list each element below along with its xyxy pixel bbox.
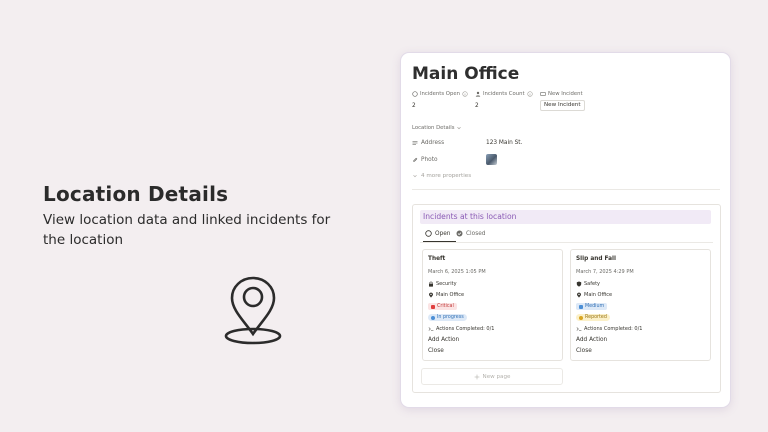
formula-icon — [428, 327, 434, 331]
status-badge: In progress — [428, 314, 467, 321]
plus-icon — [474, 374, 479, 379]
incident-severity: Medium — [576, 303, 608, 310]
section-label: Location Details — [412, 125, 455, 131]
location-text: Main Office — [436, 292, 465, 298]
property-new-incident[interactable]: New Incident — [540, 91, 583, 97]
info-icon — [462, 91, 468, 97]
incident-category: Safety — [576, 281, 600, 287]
incident-date: March 7, 2025 4:29 PM — [576, 269, 634, 275]
tab-label: Closed — [466, 230, 486, 237]
severity-badge: Critical — [428, 303, 457, 310]
address-value[interactable]: 123 Main St. — [486, 140, 522, 146]
add-action-button[interactable]: Add Action — [574, 335, 609, 345]
location-details-toggle[interactable]: Location Details — [412, 125, 462, 131]
severity-text: Critical — [437, 304, 454, 309]
location-page-card: Main Office Incidents Open Incidents Cou… — [401, 53, 730, 407]
incidents-count-value: 2 — [475, 103, 479, 109]
photo-property[interactable]: Photo — [412, 157, 438, 163]
incident-card[interactable]: Theft March 6, 2025 1:05 PM Security Mai… — [422, 249, 563, 361]
tab-closed[interactable]: Closed — [456, 230, 485, 237]
incident-title: Theft — [428, 256, 446, 262]
medium-square-icon — [579, 304, 583, 309]
incident-location: Main Office — [576, 292, 612, 298]
add-action-button[interactable]: Add Action — [426, 335, 461, 345]
address-property[interactable]: Address — [412, 140, 444, 146]
category-text: Security — [436, 281, 457, 287]
promo-subtitle: View location data and linked incidents … — [43, 212, 331, 248]
lock-icon — [429, 281, 433, 287]
shield-icon — [576, 281, 582, 287]
incident-status: Reported — [576, 314, 610, 321]
property-label: Incidents Open — [420, 91, 460, 97]
location-pin-icon — [429, 292, 433, 298]
severity-badge: Medium — [576, 303, 608, 310]
status-text: Reported — [585, 315, 607, 320]
incident-actions: Actions Completed: 0/1 — [576, 326, 642, 332]
promo-title: Location Details — [43, 182, 229, 206]
actions-text: Actions Completed: 0/1 — [436, 326, 495, 332]
divider — [412, 189, 720, 190]
button-icon — [540, 91, 546, 97]
incidents-open-value: 2 — [412, 103, 416, 109]
chevron-down-icon — [413, 174, 417, 178]
location-pin-icon — [224, 276, 282, 345]
close-button[interactable]: Close — [574, 346, 594, 356]
incident-date: March 6, 2025 1:05 PM — [428, 269, 486, 275]
property-label: Incidents Count — [483, 91, 525, 97]
location-pin-icon — [577, 292, 581, 298]
incident-actions: Actions Completed: 0/1 — [428, 326, 494, 332]
circle-icon — [425, 230, 432, 237]
status-dot-icon — [579, 315, 583, 320]
tab-divider — [420, 242, 713, 243]
check-circle-icon — [456, 230, 463, 237]
category-text: Safety — [584, 281, 600, 287]
person-icon — [475, 91, 481, 97]
formula-icon — [576, 327, 582, 331]
incident-title: Slip and Fall — [576, 256, 617, 262]
severity-text: Medium — [585, 304, 605, 309]
close-button[interactable]: Close — [426, 346, 446, 356]
photo-label: Photo — [421, 157, 438, 163]
photo-thumbnail[interactable] — [486, 154, 497, 165]
incident-severity: Critical — [428, 303, 457, 310]
info-icon — [526, 91, 533, 97]
more-properties-label: 4 more properties — [421, 173, 472, 179]
linked-view-title[interactable]: Incidents at this location — [420, 210, 711, 224]
linked-incidents-view: Incidents at this location Open Closed T… — [412, 204, 721, 393]
incident-status: In progress — [428, 314, 467, 321]
incident-category: Security — [428, 281, 457, 287]
status-dot-icon — [431, 315, 435, 320]
new-page-button[interactable]: New page — [421, 368, 563, 385]
address-label: Address — [421, 140, 445, 146]
new-page-label: New page — [482, 373, 511, 380]
new-incident-button[interactable]: New Incident — [540, 100, 585, 111]
actions-text: Actions Completed: 0/1 — [584, 326, 643, 332]
incident-card[interactable]: Slip and Fall March 7, 2025 4:29 PM Safe… — [570, 249, 711, 361]
page-title: Main Office — [412, 64, 520, 84]
property-label: New Incident — [548, 91, 583, 97]
circle-icon — [412, 91, 418, 97]
more-properties-toggle[interactable]: 4 more properties — [412, 173, 471, 179]
critical-square-icon — [431, 304, 435, 309]
lines-icon — [412, 141, 418, 145]
location-text: Main Office — [584, 292, 613, 298]
paperclip-icon — [413, 157, 418, 162]
chevron-down-icon — [457, 126, 462, 130]
status-text: In progress — [437, 315, 464, 320]
incident-location: Main Office — [428, 292, 464, 298]
property-incidents-open[interactable]: Incidents Open — [412, 91, 468, 97]
property-incidents-count[interactable]: Incidents Count — [475, 91, 533, 97]
tab-label: Open — [435, 230, 451, 237]
tab-open[interactable]: Open — [425, 230, 450, 237]
status-badge: Reported — [576, 314, 610, 321]
